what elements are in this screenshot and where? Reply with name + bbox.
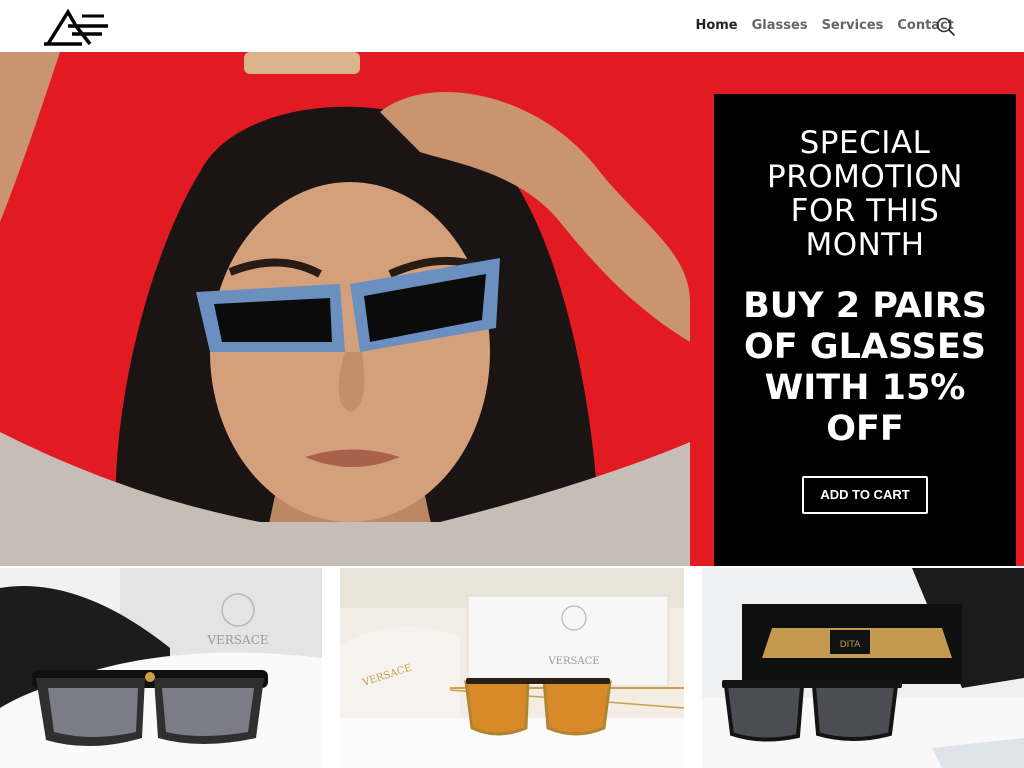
search-icon[interactable]	[936, 17, 956, 37]
product-image-versace-black: VERSACE	[0, 568, 322, 768]
promo-subtitle: SPECIAL PROMOTION FOR THIS MONTH	[767, 125, 963, 263]
promo-headline: BUY 2 PAIRS OF GLASSES WITH 15% OFF	[743, 286, 987, 449]
promo-panel: SPECIAL PROMOTION FOR THIS MONTH BUY 2 P…	[714, 94, 1016, 566]
product-3-brand-label: DITA	[840, 640, 861, 650]
product-image-dita: DITA	[702, 568, 1024, 768]
hero-banner: SPECIAL PROMOTION FOR THIS MONTH BUY 2 P…	[0, 52, 1024, 566]
main-nav: Home Glasses Services Contact	[681, 18, 954, 33]
product-card-versace-black[interactable]: VERSACE	[0, 568, 322, 768]
nav-item-services[interactable]: Services	[822, 18, 884, 33]
product-2-box-brand-label: VERSACE	[547, 656, 599, 667]
nav-item-glasses[interactable]: Glasses	[752, 18, 808, 33]
add-to-cart-button[interactable]: ADD TO CART	[802, 476, 928, 514]
product-1-brand-label: VERSACE	[206, 633, 268, 647]
product-card-dita[interactable]: DITA	[702, 568, 1024, 768]
hero-model-photo	[0, 52, 690, 566]
logo[interactable]	[42, 6, 112, 48]
site-header: Home Glasses Services Contact	[0, 0, 1024, 52]
product-image-versace-gold: VERSACE VERSACE	[340, 568, 684, 768]
product-card-versace-gold[interactable]: VERSACE VERSACE	[340, 568, 684, 768]
nav-item-home[interactable]: Home	[695, 18, 737, 33]
